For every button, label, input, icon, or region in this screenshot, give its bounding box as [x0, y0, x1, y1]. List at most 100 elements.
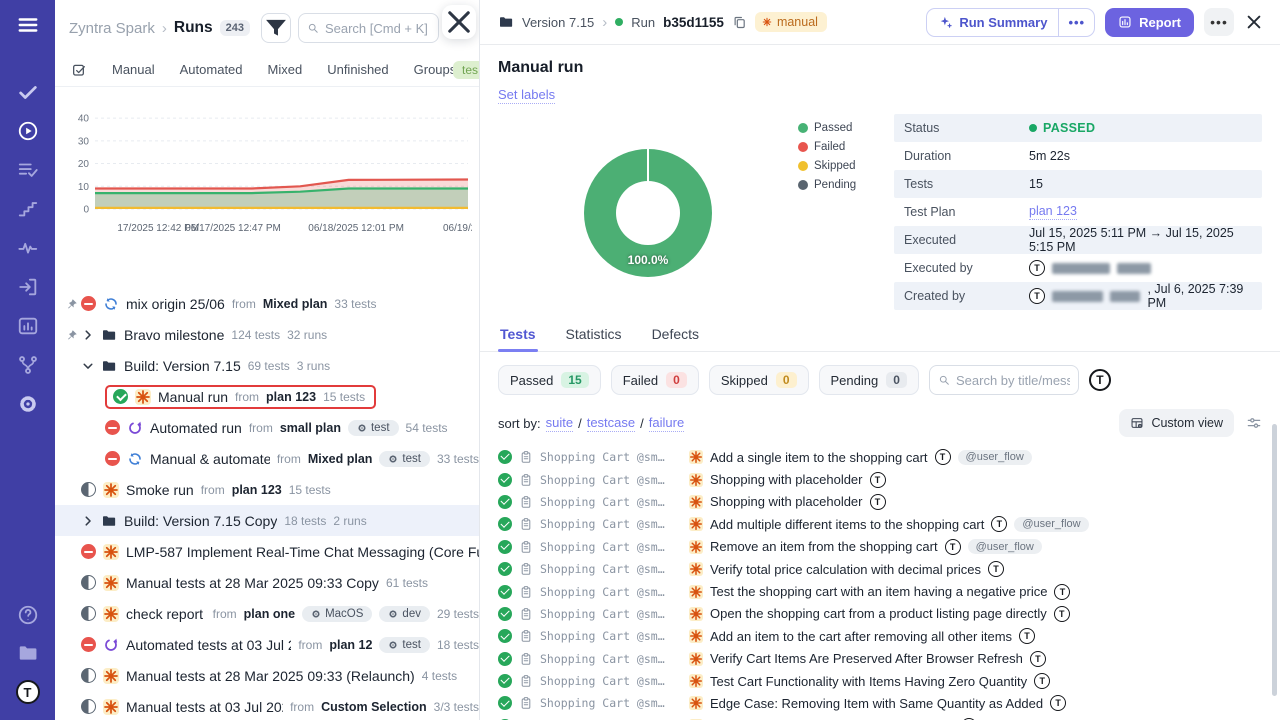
chevron-down-icon[interactable] [81, 359, 95, 373]
run-row[interactable]: Manual runfromplan 12315 tests [55, 381, 479, 412]
runs-search[interactable] [298, 13, 439, 43]
test-row[interactable]: Shopping Cart @sm… Verify Cart Items Are… [498, 648, 1262, 670]
run-row[interactable]: LMP-587 Implement Real-Time Chat Messagi… [55, 536, 479, 567]
tab-defects[interactable]: Defects [650, 326, 701, 351]
assignee-avatar[interactable]: T [935, 449, 951, 465]
run-row[interactable]: Automated tests at 03 Jul 2025 13:25from… [55, 629, 479, 660]
custom-view-button[interactable]: Custom view [1119, 409, 1234, 437]
detail-close-button[interactable] [1244, 12, 1264, 32]
run-row[interactable]: check report sharingfromplan oneMacOSdev… [55, 598, 479, 629]
more-actions-button[interactable]: ••• [1204, 8, 1234, 36]
run-row[interactable]: Manual tests at 28 Mar 2025 09:33 (Relau… [55, 660, 479, 691]
runs-tab-automated[interactable]: Automated [180, 62, 243, 77]
chevron-right-icon[interactable] [81, 328, 95, 342]
test-row[interactable]: Shopping Cart @sm… Test the shopping car… [498, 580, 1262, 602]
legend-label: Skipped [814, 160, 856, 172]
test-row[interactable]: Shopping Cart @sm… Shopping with placeho… [498, 491, 1262, 513]
test-row[interactable]: Shopping Cart @sm… Open the shopping car… [498, 603, 1262, 625]
assignee-filter-avatar[interactable]: T [1089, 369, 1111, 391]
test-row[interactable]: Shopping Cart @sm… Add a single item to … [498, 446, 1262, 468]
tests-search-input[interactable] [956, 373, 1070, 388]
sort-link-failure[interactable]: failure [649, 415, 684, 432]
test-row[interactable]: Shopping Cart @sm… Removing an Item from… [498, 715, 1262, 720]
assignee-avatar[interactable]: T [945, 539, 961, 555]
reports-icon[interactable] [17, 315, 39, 337]
run-row[interactable]: Manual tests at 03 Jul 2025 12:08fromCus… [55, 691, 479, 720]
tests-search[interactable] [929, 365, 1079, 395]
test-row[interactable]: Shopping Cart @sm… Test Cart Functionali… [498, 670, 1262, 692]
panel-close-button[interactable] [442, 5, 476, 39]
chip-passed[interactable]: Passed15 [498, 365, 601, 395]
passed-status-icon [498, 629, 512, 643]
assignee-avatar[interactable]: T [1030, 651, 1046, 667]
copy-icon[interactable] [732, 15, 747, 30]
runs-tab-mixed[interactable]: Mixed [268, 62, 303, 77]
projects-folder-icon[interactable] [17, 642, 39, 664]
set-labels-link[interactable]: Set labels [498, 87, 555, 104]
test-plan-link[interactable]: plan 123 [1029, 204, 1077, 220]
test-cases-icon[interactable] [17, 81, 39, 103]
filter-button[interactable] [261, 13, 291, 43]
test-plans-icon[interactable] [17, 159, 39, 181]
runs-search-input[interactable] [325, 21, 430, 36]
runs-tab-unfinished[interactable]: Unfinished [327, 62, 388, 77]
test-row[interactable]: Shopping Cart @sm… Add multiple differen… [498, 513, 1262, 535]
sort-link-testcase[interactable]: testcase [587, 415, 635, 432]
settings-icon[interactable] [17, 393, 39, 415]
assignee-avatar[interactable]: T [1019, 628, 1035, 644]
run-row[interactable]: Manual tests at 28 Mar 2025 09:33 Copy61… [55, 567, 479, 598]
tab-statistics[interactable]: Statistics [564, 326, 624, 351]
runs-icon[interactable] [17, 120, 39, 142]
run-row[interactable]: Build: Version 7.15 Copy18 tests2 runs [55, 505, 479, 536]
assignee-avatar[interactable]: T [1054, 606, 1070, 622]
run-row[interactable]: Smoke runfromplan 12315 tests [55, 474, 479, 505]
assignee-avatar[interactable]: T [991, 516, 1007, 532]
test-row[interactable]: Shopping Cart @sm… Verify total price ca… [498, 558, 1262, 580]
test-row[interactable]: Shopping Cart @sm… Add an item to the ca… [498, 625, 1262, 647]
from-label: from [201, 483, 225, 497]
tests-scrollbar[interactable] [1272, 424, 1277, 696]
chip-failed[interactable]: Failed0 [611, 365, 699, 395]
test-title: Open the shopping cart from a product li… [710, 606, 1047, 621]
milestones-icon[interactable] [17, 198, 39, 220]
sort-link-suite[interactable]: suite [546, 415, 573, 432]
env-tag: test [379, 637, 430, 653]
run-summary-button[interactable]: Run Summary ••• [926, 8, 1095, 37]
defects-icon[interactable] [17, 237, 39, 259]
tab-tests[interactable]: Tests [498, 326, 538, 351]
test-row[interactable]: Shopping Cart @sm… Remove an item from t… [498, 536, 1262, 558]
passed-status-icon [498, 450, 512, 464]
chip-skipped[interactable]: Skipped0 [709, 365, 809, 395]
sliders-icon[interactable] [1246, 415, 1262, 431]
run-row[interactable]: Manual & automated runfromMixed plantest… [55, 443, 479, 474]
integrations-icon[interactable] [17, 354, 39, 376]
run-meta: 29 tests [437, 607, 479, 621]
test-row[interactable]: Shopping Cart @sm… Edge Case: Removing I… [498, 692, 1262, 714]
run-row[interactable]: Build: Version 7.1569 tests3 runs [55, 350, 479, 381]
select-edit-icon[interactable] [71, 62, 87, 78]
assignee-avatar[interactable]: T [1050, 695, 1066, 711]
menu-icon[interactable] [17, 14, 39, 36]
breadcrumb-project[interactable]: Zyntra Spark [69, 20, 155, 37]
report-button[interactable]: Report [1105, 8, 1194, 37]
chip-pending[interactable]: Pending0 [819, 365, 919, 395]
partial-tag[interactable]: tes [453, 61, 480, 79]
assignee-avatar[interactable]: T [1034, 673, 1050, 689]
chevron-right-icon[interactable] [81, 514, 95, 528]
help-icon[interactable] [17, 604, 39, 626]
detail-breadcrumb-folder[interactable]: Version 7.15 [522, 15, 594, 30]
import-icon[interactable] [17, 276, 39, 298]
run-summary-more-button[interactable]: ••• [1058, 9, 1094, 36]
runs-tab-groups[interactable]: Groups [414, 62, 457, 77]
run-row[interactable]: Automated runfromsmall plantest54 tests [55, 412, 479, 443]
assignee-avatar[interactable]: T [870, 472, 886, 488]
assignee-avatar[interactable]: T [988, 561, 1004, 577]
run-row[interactable]: mix origin 25/06fromMixed plan33 tests [55, 288, 479, 319]
env-tag: dev [379, 606, 430, 622]
run-row[interactable]: Bravo milestone124 tests32 runs [55, 319, 479, 350]
runs-tab-manual[interactable]: Manual [112, 62, 155, 77]
assignee-avatar[interactable]: T [870, 494, 886, 510]
test-row[interactable]: Shopping Cart @sm… Shopping with placeho… [498, 468, 1262, 490]
user-avatar[interactable]: T [16, 680, 40, 704]
assignee-avatar[interactable]: T [1054, 584, 1070, 600]
